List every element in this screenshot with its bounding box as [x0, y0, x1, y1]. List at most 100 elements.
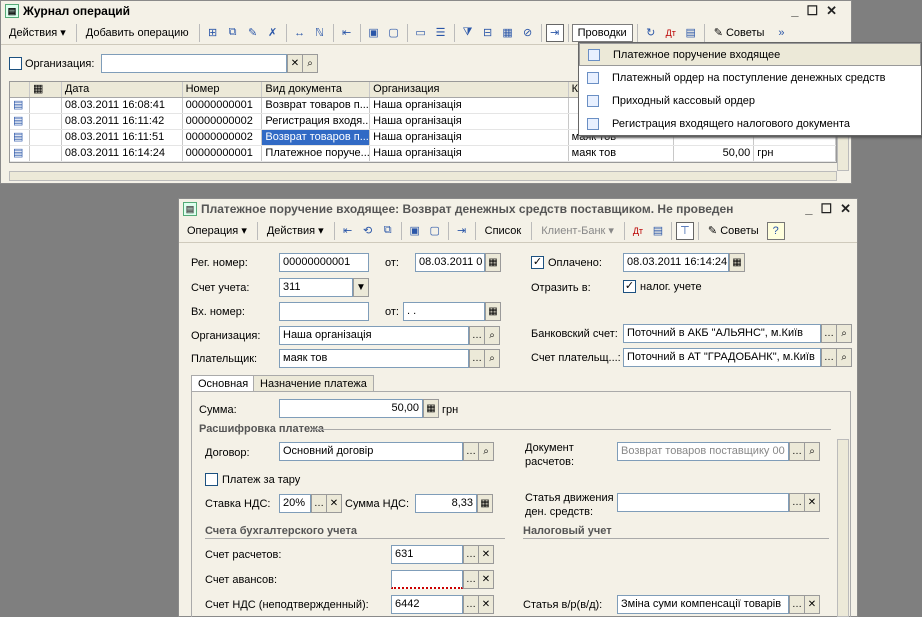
enter-based-icon[interactable]: ⇥ — [545, 23, 564, 42]
enter-based-icon[interactable]: ⇥ — [453, 222, 471, 240]
advance-account-field[interactable] — [391, 570, 463, 589]
interval-icon[interactable]: ↔ — [291, 24, 309, 42]
calendar-icon[interactable]: ▦ — [485, 253, 501, 272]
tara-checkbox[interactable] — [205, 473, 218, 486]
clear-filter-button[interactable]: ✕ — [287, 54, 303, 73]
structure-icon[interactable]: ▭ — [412, 24, 430, 42]
tab-payment-purpose[interactable]: Назначение платежа — [253, 375, 374, 392]
select-button[interactable]: … — [311, 494, 327, 513]
select-button[interactable]: … — [821, 348, 837, 367]
dt-kt-icon[interactable]: Дт — [629, 222, 647, 240]
postings-button[interactable]: Проводки — [571, 23, 633, 42]
menu-item-payment-order-receipt[interactable]: Платежный ордер на поступление денежных … — [579, 66, 921, 89]
vertical-scrollbar[interactable] — [837, 439, 849, 617]
reread-icon[interactable]: ⟲ — [359, 222, 377, 240]
search-icon[interactable]: ⌕ — [836, 348, 852, 367]
calculator-icon[interactable]: ▦ — [477, 494, 493, 513]
calendar-icon[interactable]: ▦ — [729, 253, 745, 272]
actions-menu[interactable]: Действия ▾ — [261, 221, 330, 240]
payer-field[interactable]: маяк тов — [279, 349, 469, 368]
search-icon[interactable]: ⌕ — [484, 326, 500, 345]
filter-icon[interactable]: ⧩ — [459, 24, 477, 42]
select-button[interactable]: … — [463, 442, 479, 461]
more-icon[interactable]: » — [772, 24, 790, 42]
report-icon[interactable]: ▤ — [682, 24, 700, 42]
column-doc-type[interactable]: Вид документа — [262, 82, 371, 97]
tax-item-field[interactable]: Зміна суми компенсації товарів — [617, 595, 789, 614]
clear-filter-icon[interactable]: ⊘ — [519, 24, 537, 42]
post-icon[interactable]: ▣ — [365, 24, 383, 42]
delete-icon[interactable]: ✗ — [264, 24, 282, 42]
clear-icon[interactable]: ✕ — [804, 595, 820, 614]
select-button[interactable]: … — [469, 349, 485, 368]
clear-icon[interactable]: ✕ — [478, 545, 494, 564]
clear-icon[interactable]: ✕ — [478, 595, 494, 614]
column-icon[interactable]: ▦ — [30, 82, 62, 97]
paid-checkbox[interactable]: ✓ — [531, 256, 544, 269]
menu-item-cash-receipt-order[interactable]: Приходный кассовый ордер — [579, 89, 921, 112]
menu-item-incoming-tax-document[interactable]: Регистрация входящего налогового докумен… — [579, 112, 921, 135]
select-button[interactable]: … — [463, 545, 479, 564]
date-field[interactable]: 08.03.2011 0 — [415, 253, 485, 272]
select-button[interactable]: … — [789, 493, 805, 512]
dt-kt-icon[interactable]: Дт — [662, 24, 680, 42]
payer-account-field[interactable]: Поточний в АТ "ГРАДОБАНК", м.Київ — [623, 348, 821, 367]
search-icon[interactable]: ⌕ — [302, 54, 318, 73]
structure-icon[interactable]: ⊤ — [675, 221, 694, 240]
report-icon[interactable]: ▤ — [649, 222, 667, 240]
actions-menu[interactable]: Действия ▾ — [3, 23, 72, 42]
organization-field[interactable]: Наша організація — [279, 326, 469, 345]
sum-field[interactable]: 50,00 — [279, 399, 423, 418]
select-button[interactable]: … — [789, 442, 805, 461]
select-button[interactable]: … — [821, 324, 837, 343]
edit-icon[interactable]: ✎ — [244, 24, 262, 42]
refresh-icon[interactable]: ↻ — [642, 24, 660, 42]
filter-menu-icon[interactable]: ▦ — [499, 24, 517, 42]
horizontal-scrollbar[interactable] — [9, 171, 837, 181]
reg-num-field[interactable]: 00000000001 — [279, 253, 369, 272]
column-organization[interactable]: Организация — [370, 82, 569, 97]
select-button[interactable]: … — [789, 595, 805, 614]
add-icon[interactable]: ⊞ — [204, 24, 222, 42]
client-bank-menu[interactable]: Клиент-Банк ▾ — [535, 221, 620, 240]
vat-sum-field[interactable]: 8,33 — [415, 494, 477, 513]
advice-button[interactable]: ✎ Советы — [708, 23, 771, 42]
list-icon[interactable]: ☰ — [432, 24, 450, 42]
select-button[interactable]: … — [463, 595, 479, 614]
column-number[interactable]: Номер — [183, 82, 263, 97]
tab-main[interactable]: Основная — [191, 375, 256, 392]
calendar-icon[interactable]: ▦ — [485, 302, 501, 321]
menu-item-incoming-payment-order[interactable]: Платежное поручение входящее — [579, 43, 921, 66]
find-icon[interactable]: ℕ — [311, 24, 329, 42]
minimize-icon[interactable]: _ — [791, 3, 798, 19]
in-date-field[interactable]: . . — [403, 302, 485, 321]
paid-date-field[interactable]: 08.03.2011 16:14:24 — [623, 253, 729, 272]
bank-account-field[interactable]: Поточний в АКБ "АЛЬЯНС", м.Київ — [623, 324, 821, 343]
search-icon[interactable]: ⌕ — [836, 324, 852, 343]
organization-filter-input[interactable] — [101, 54, 287, 73]
contract-field[interactable]: Основний договір — [279, 442, 463, 461]
post-icon[interactable]: ▣ — [406, 222, 424, 240]
in-num-field[interactable] — [279, 302, 369, 321]
filter-list-icon[interactable]: ⊟ — [479, 24, 497, 42]
close-icon[interactable]: ✕ — [826, 3, 837, 19]
select-button[interactable]: … — [469, 326, 485, 345]
settle-account-field[interactable]: 631 — [391, 545, 463, 564]
calculator-icon[interactable]: ▦ — [423, 399, 439, 418]
copy-icon[interactable]: ⧉ — [379, 222, 397, 240]
clear-icon[interactable]: ✕ — [804, 493, 820, 512]
operation-menu[interactable]: Операция ▾ — [181, 221, 253, 240]
help-icon[interactable]: ? — [766, 221, 785, 240]
unpost-icon[interactable]: ▢ — [426, 222, 444, 240]
search-icon[interactable]: ⌕ — [484, 349, 500, 368]
search-icon[interactable]: ⌕ — [804, 442, 820, 461]
cash-flow-field[interactable] — [617, 493, 789, 512]
unpost-icon[interactable]: ▢ — [385, 24, 403, 42]
minimize-icon[interactable]: _ — [805, 201, 812, 217]
select-button[interactable]: … — [463, 570, 479, 589]
close-icon[interactable]: ✕ — [840, 201, 851, 217]
table-row[interactable]: ▤ 08.03.2011 16:14:24 00000000001 Платежное… — [10, 146, 836, 162]
back-icon[interactable]: ⇤ — [338, 24, 356, 42]
organization-filter-checkbox[interactable] — [9, 57, 22, 70]
column-date[interactable]: Дата — [62, 82, 183, 97]
